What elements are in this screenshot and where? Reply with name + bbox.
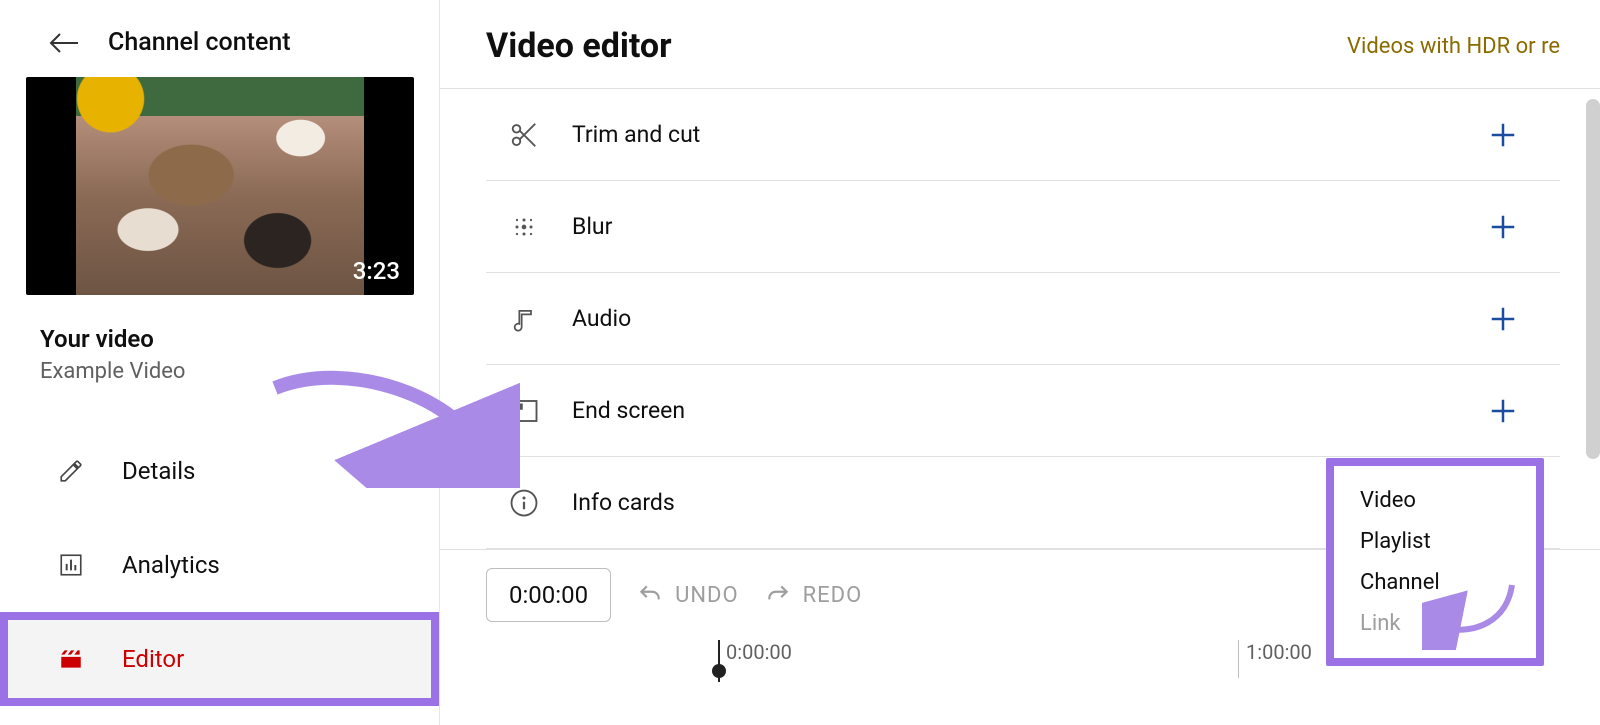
card-menu-item-playlist[interactable]: Playlist	[1334, 521, 1536, 562]
timeline-tick-label: 1:00:00	[1246, 640, 1312, 664]
sidebar: Channel content 3:23 Your video Example …	[0, 0, 440, 725]
tool-label: Blur	[572, 213, 1486, 240]
info-card-type-menu: Video Playlist Channel Link	[1326, 458, 1544, 666]
undo-label: UNDO	[675, 583, 739, 608]
sidebar-item-label: Editor	[122, 645, 184, 673]
video-thumbnail[interactable]: 3:23	[26, 77, 414, 295]
thumbnail-duration: 3:23	[353, 257, 400, 285]
tool-end-screen[interactable]: End screen	[486, 365, 1560, 457]
card-menu-item-link: Link	[1334, 603, 1536, 644]
info-icon	[504, 483, 544, 523]
timeline-tick	[1238, 640, 1239, 678]
redo-button[interactable]: REDO	[765, 582, 863, 608]
hdr-info-link[interactable]: Videos with HDR or re	[1347, 34, 1560, 59]
tool-label: Audio	[572, 305, 1486, 332]
scrollbar[interactable]	[1586, 99, 1600, 459]
undo-button[interactable]: UNDO	[637, 582, 739, 608]
card-menu-item-channel[interactable]: Channel	[1334, 562, 1536, 603]
timeline-tick-label: 0:00:00	[726, 640, 792, 664]
back-icon[interactable]	[48, 31, 80, 55]
add-icon[interactable]	[1486, 210, 1520, 244]
end-screen-icon	[504, 391, 544, 431]
clapperboard-icon	[56, 644, 86, 674]
tool-audio[interactable]: Audio	[486, 273, 1560, 365]
sidebar-item-details[interactable]: Details	[0, 424, 439, 518]
tool-blur[interactable]: Blur	[486, 181, 1560, 273]
your-video-label: Your video	[40, 325, 409, 353]
tool-trim[interactable]: Trim and cut	[486, 89, 1560, 181]
sidebar-item-analytics[interactable]: Analytics	[0, 518, 439, 612]
analytics-icon	[56, 550, 86, 580]
video-name: Example Video	[40, 359, 409, 384]
add-icon[interactable]	[1486, 118, 1520, 152]
add-icon[interactable]	[1486, 394, 1520, 428]
tool-label: End screen	[572, 397, 1486, 424]
scissors-icon	[504, 115, 544, 155]
sidebar-title: Channel content	[108, 28, 291, 57]
music-note-icon	[504, 299, 544, 339]
current-time-input[interactable]: 0:00:00	[486, 568, 611, 622]
playhead-handle[interactable]	[712, 664, 726, 678]
tool-label: Trim and cut	[572, 121, 1486, 148]
sidebar-item-editor[interactable]: Editor	[0, 612, 439, 706]
blur-icon	[504, 207, 544, 247]
add-icon[interactable]	[1486, 302, 1520, 336]
card-menu-item-video[interactable]: Video	[1334, 480, 1536, 521]
pencil-icon	[56, 456, 86, 486]
thumbnail-image	[76, 77, 364, 295]
redo-label: REDO	[803, 583, 863, 608]
page-title: Video editor	[486, 26, 672, 66]
sidebar-item-label: Details	[122, 457, 195, 485]
sidebar-item-label: Analytics	[122, 551, 220, 579]
